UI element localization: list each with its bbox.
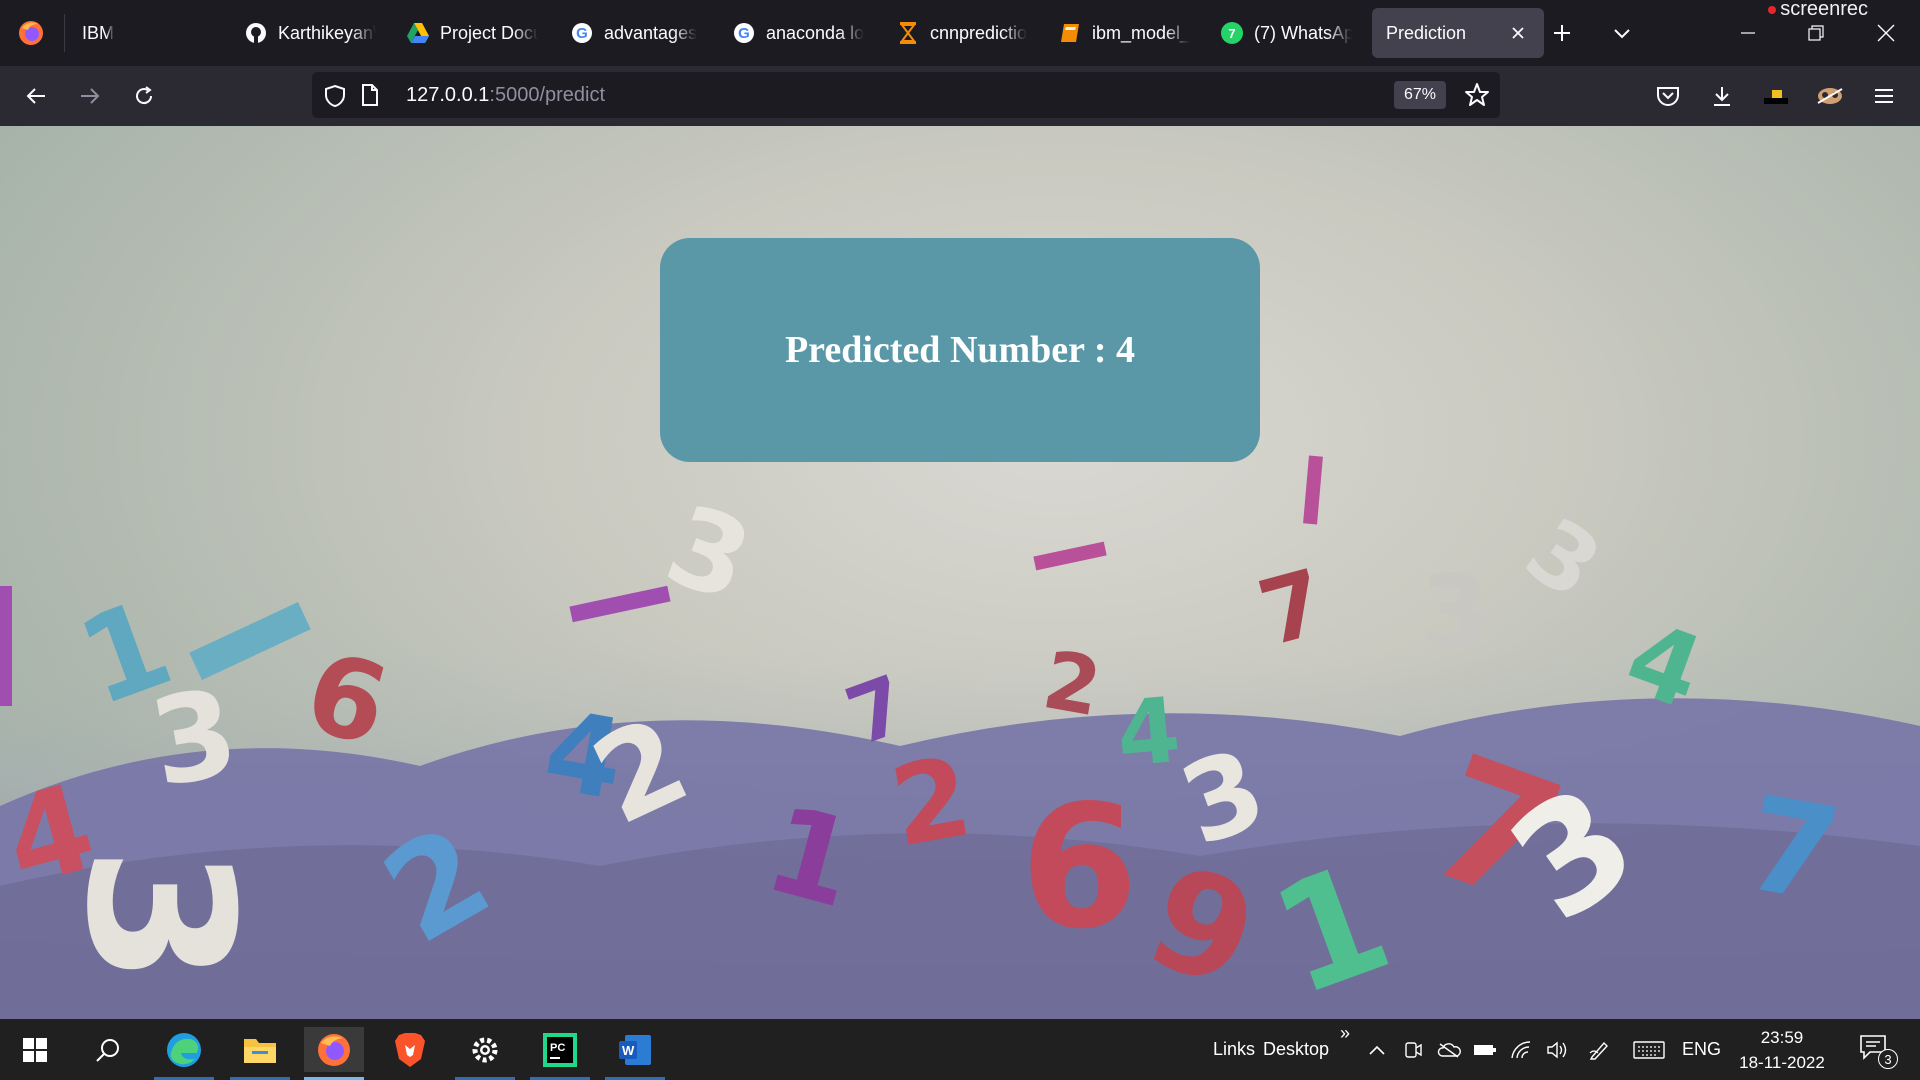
navigation-toolbar: 127.0.0.1:5000/predict 67%: [0, 66, 1920, 126]
page-viewport: 3 3 3 7 4 1 6 3 3 4 2 1 2 6 9 3 7 3 7 1 …: [0, 126, 1920, 1019]
close-window-button[interactable]: [1870, 17, 1902, 49]
pycharm-app-icon[interactable]: PC: [530, 1027, 590, 1080]
tab-label: (7) WhatsAp: [1254, 22, 1352, 43]
meet-now-icon[interactable]: [1400, 1038, 1426, 1062]
url-host: 127.0.0.1: [406, 84, 490, 106]
svg-text:G: G: [576, 25, 588, 42]
hourglass-icon: [896, 21, 920, 45]
svg-text:4: 4: [1113, 678, 1185, 788]
new-tab-button[interactable]: [1546, 17, 1578, 49]
downloads-icon[interactable]: [1706, 80, 1738, 112]
google-drive-icon: [406, 21, 430, 45]
brave-app-icon[interactable]: [380, 1027, 440, 1072]
tab-advantages[interactable]: G advantages: [570, 8, 702, 58]
record-dot-icon: [1768, 5, 1777, 14]
svg-text:6: 6: [1020, 769, 1138, 967]
firefox-app-icon[interactable]: [304, 1027, 364, 1080]
pocket-icon[interactable]: [1652, 80, 1684, 112]
links-toolbar-label[interactable]: Links: [1213, 1039, 1255, 1060]
clock-time: 23:59: [1760, 1028, 1804, 1047]
svg-text:3: 3: [651, 480, 767, 626]
tab-label: Prediction: [1386, 22, 1467, 43]
file-explorer-icon[interactable]: [230, 1027, 290, 1080]
tab-label: Karthikeyan\: [278, 22, 376, 43]
svg-text:W: W: [622, 1043, 635, 1058]
forward-button[interactable]: [74, 80, 106, 112]
address-bar[interactable]: 127.0.0.1:5000/predict 67%: [312, 72, 1500, 118]
zoom-reset-button[interactable]: 67%: [1394, 81, 1446, 109]
tab-ibm-model[interactable]: ibm_model_: [1058, 8, 1190, 58]
close-tab-icon[interactable]: [1506, 21, 1530, 45]
extension-mask-icon[interactable]: [1814, 80, 1846, 112]
tab-project-docu[interactable]: Project Docu: [406, 8, 538, 58]
tab-label: cnnpredictio: [930, 22, 1028, 43]
extension-icon[interactable]: [1760, 80, 1792, 112]
svg-text:PC: PC: [550, 1042, 565, 1054]
edge-app-icon[interactable]: [154, 1027, 214, 1080]
battery-icon[interactable]: [1472, 1038, 1498, 1062]
list-all-tabs-button[interactable]: [1606, 17, 1638, 49]
github-icon: [244, 21, 268, 45]
google-icon: G: [732, 21, 756, 45]
tab-label: Project Docu: [440, 22, 538, 43]
tab-whatsapp[interactable]: 7 (7) WhatsAp: [1220, 8, 1352, 58]
minimize-button[interactable]: [1732, 17, 1764, 49]
pen-workspace-icon[interactable]: [1586, 1038, 1612, 1062]
app-menu-icon[interactable]: [1868, 80, 1900, 112]
restore-button[interactable]: [1800, 17, 1832, 49]
pinned-separator: [64, 14, 65, 52]
prediction-result-card: Predicted Number : 4: [660, 238, 1260, 462]
tab-ibm[interactable]: IBM: [82, 8, 182, 58]
whatsapp-icon: 7: [1220, 21, 1244, 45]
tab-label: ibm_model_: [1092, 22, 1190, 43]
svg-text:3: 3: [1420, 553, 1490, 670]
url-path: :5000/predict: [489, 84, 606, 106]
tab-anaconda[interactable]: G anaconda lo: [732, 8, 864, 58]
input-language-indicator[interactable]: ENG: [1682, 1039, 1721, 1060]
tab-prediction[interactable]: Prediction: [1372, 8, 1544, 58]
action-center-button[interactable]: 3: [1858, 1033, 1898, 1069]
tab-label: anaconda lo: [766, 22, 864, 43]
word-app-icon[interactable]: W: [605, 1027, 665, 1080]
page-info-icon[interactable]: [360, 83, 380, 112]
wifi-icon[interactable]: [1508, 1038, 1534, 1062]
tab-label: IBM: [82, 22, 115, 43]
back-button[interactable]: [20, 80, 52, 112]
tab-cnnprediction[interactable]: cnnpredictio: [896, 8, 1028, 58]
windows-taskbar: PC W Links Desktop » ENG 23:59 18-11-202…: [0, 1019, 1920, 1080]
reload-button[interactable]: [128, 80, 160, 112]
google-icon: G: [570, 21, 594, 45]
url-text[interactable]: 127.0.0.1:5000/predict: [406, 84, 605, 107]
volume-icon[interactable]: [1544, 1038, 1570, 1062]
toolbar-overflow-chevron[interactable]: »: [1340, 1023, 1350, 1044]
book-icon: [1058, 21, 1082, 45]
tab-github[interactable]: Karthikeyan\: [244, 8, 376, 58]
desktop-toolbar-label[interactable]: Desktop: [1263, 1039, 1329, 1060]
svg-text:7: 7: [1228, 26, 1235, 41]
start-button[interactable]: [5, 1027, 65, 1072]
search-icon[interactable]: [78, 1027, 138, 1072]
touch-keyboard-icon[interactable]: [1632, 1038, 1666, 1062]
settings-gear-icon[interactable]: [455, 1027, 515, 1080]
taskbar-clock[interactable]: 23:59 18-11-2022: [1730, 1025, 1834, 1075]
bookmark-star-icon[interactable]: [1464, 82, 1490, 113]
tab-strip: IBM Karthikeyan\ Project Docu G advantag…: [0, 0, 1920, 66]
show-hidden-icons-chevron[interactable]: [1364, 1038, 1390, 1062]
predicted-number-heading: Predicted Number : 4: [784, 329, 1136, 371]
clock-date: 18-11-2022: [1739, 1053, 1825, 1072]
svg-text:3: 3: [1507, 498, 1619, 620]
notification-count-badge: 3: [1878, 1049, 1898, 1069]
svg-text:G: G: [738, 25, 750, 42]
tab-label: advantages: [604, 22, 698, 43]
onedrive-icon[interactable]: [1436, 1038, 1462, 1062]
firefox-view-icon[interactable]: [16, 18, 46, 48]
